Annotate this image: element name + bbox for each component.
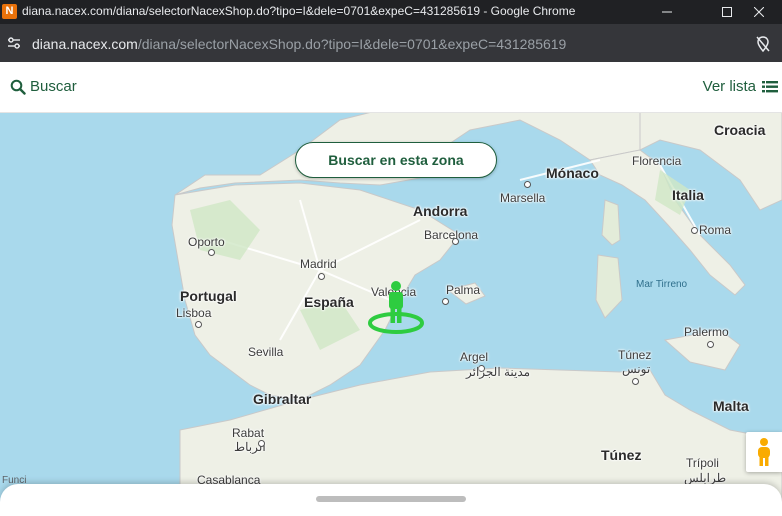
close-window-button[interactable]: [736, 0, 782, 24]
view-list-label: Ver lista: [702, 78, 756, 95]
city-dot: [208, 249, 215, 256]
address-bar[interactable]: diana.nacex.com/diana/selectorNacexShop.…: [0, 24, 782, 62]
label-tunez-city: Túnez: [618, 348, 652, 362]
label-gibraltar: Gibraltar: [253, 391, 312, 407]
city-dot: [258, 440, 265, 447]
search-button[interactable]: Buscar: [10, 78, 77, 95]
label-mar-tirreno: Mar Tirreno: [636, 279, 688, 290]
bottom-sheet[interactable]: [0, 484, 782, 516]
street-view-pegman[interactable]: [746, 432, 782, 472]
search-this-area-button[interactable]: Buscar en esta zona: [295, 142, 497, 178]
city-dot: [707, 341, 714, 348]
label-andorra: Andorra: [413, 203, 468, 219]
label-tunez-ar: تونس: [622, 362, 651, 376]
site-favicon: N: [2, 4, 17, 19]
url-text[interactable]: diana.nacex.com/diana/selectorNacexShop.…: [32, 36, 566, 52]
list-icon: [762, 80, 778, 92]
label-florencia: Florencia: [632, 154, 682, 168]
city-dot: [632, 378, 639, 385]
label-oporto: Oporto: [188, 235, 225, 249]
site-info-icon[interactable]: [4, 33, 24, 53]
user-location-marker[interactable]: [366, 278, 426, 338]
map-toolbar: Buscar Ver lista: [0, 62, 782, 113]
browser-title-bar: N diana.nacex.com/diana/selectorNacexSho…: [0, 0, 782, 24]
label-roma: Roma: [699, 223, 732, 237]
close-icon: [754, 7, 764, 17]
label-monaco: Mónaco: [546, 165, 599, 181]
person-pin-icon: [368, 281, 424, 334]
search-label: Buscar: [30, 78, 77, 95]
city-dot: [452, 238, 459, 245]
label-palma: Palma: [446, 283, 481, 297]
label-argel: Argel: [460, 350, 489, 364]
view-list-button[interactable]: Ver lista: [703, 78, 778, 95]
minimize-button[interactable]: [644, 0, 690, 24]
label-tunez-country: Túnez: [601, 447, 642, 463]
label-tripoli: Trípoli: [686, 456, 719, 470]
city-dot: [442, 298, 449, 305]
window-title: diana.nacex.com/diana/selectorNacexShop.…: [22, 4, 576, 18]
city-dot: [691, 227, 698, 234]
label-sevilla: Sevilla: [248, 345, 284, 359]
url-host: diana.nacex.com: [32, 36, 138, 52]
minimize-icon: [662, 11, 672, 13]
label-tripoli-ar: طرابلس: [684, 471, 727, 485]
label-italia: Italia: [672, 187, 704, 203]
url-path: /diana/selectorNacexShop.do?tipo=I&dele=…: [137, 36, 567, 52]
label-malta: Malta: [713, 398, 749, 414]
label-barcelona: Barcelona: [424, 228, 479, 242]
search-icon: [10, 79, 26, 95]
city-dot: [318, 273, 325, 280]
city-dot: [524, 181, 531, 188]
label-argel-ar: مدينة الجزائر: [466, 365, 531, 379]
label-espana: España: [304, 294, 354, 310]
city-dot: [195, 321, 202, 328]
label-madrid: Madrid: [300, 257, 337, 271]
pegman-icon: [758, 438, 770, 466]
label-marsella: Marsella: [500, 191, 546, 205]
label-rabat: Rabat: [232, 426, 265, 440]
maximize-icon: [722, 7, 732, 17]
label-portugal: Portugal: [180, 288, 237, 304]
drag-handle[interactable]: [316, 496, 466, 502]
label-croacia: Croacia: [714, 122, 766, 138]
label-palermo: Palermo: [684, 325, 729, 339]
location-blocked-icon[interactable]: [753, 34, 773, 54]
label-lisboa: Lisboa: [176, 306, 212, 320]
